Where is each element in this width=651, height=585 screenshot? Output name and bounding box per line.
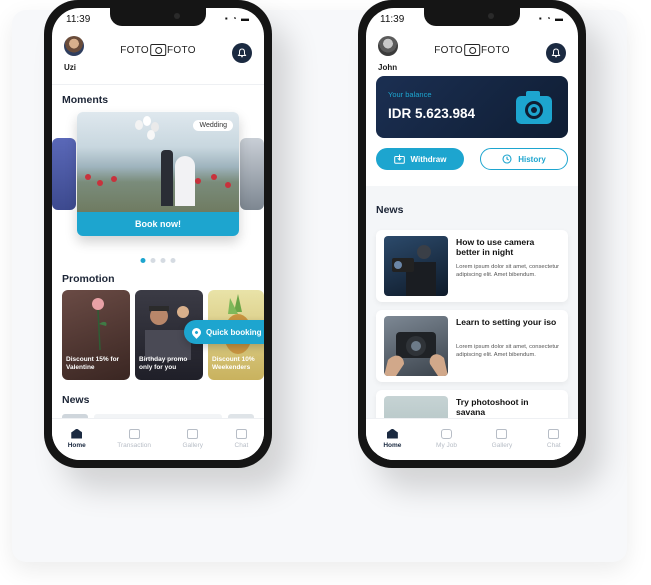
withdraw-icon xyxy=(393,154,405,164)
gallery-icon xyxy=(496,428,508,439)
promo-label: Discount 10% Weekenders xyxy=(212,355,255,371)
chat-icon xyxy=(235,428,247,439)
withdraw-label: Withdraw xyxy=(410,154,447,164)
bottom-navigation: Home Transaction Gallery Chat xyxy=(52,418,264,460)
nav-my-job[interactable]: My Job xyxy=(436,428,457,449)
history-label: History xyxy=(518,154,546,164)
news-title-text: Try photoshoot in savana xyxy=(456,397,529,417)
nav-chat[interactable]: Chat xyxy=(546,428,561,449)
phone-home: 11:39 ▪ ◔ ▬ Uzi FOTO FOTO Moments Weddin… xyxy=(44,0,272,468)
carousel-dot[interactable] xyxy=(150,258,156,263)
news-title: News xyxy=(376,204,404,216)
promo-label: Birthday promo only for you xyxy=(139,355,188,371)
balance-label: Your balance xyxy=(388,90,432,99)
quick-booking-label: Quick booking xyxy=(206,327,262,337)
news-card[interactable]: How to use camera better in night Lorem … xyxy=(376,230,568,302)
carousel-indicator xyxy=(140,258,176,263)
logo-text-right: FOTO xyxy=(481,44,510,56)
nav-gallery[interactable]: Gallery xyxy=(491,428,513,449)
status-indicators: ▪ ◔ ▬ xyxy=(224,14,250,23)
promo-card[interactable]: Discount 15% for Valentine xyxy=(62,290,130,380)
nav-label: Chat xyxy=(234,441,249,449)
status-indicators: ▪ ◔ ▬ xyxy=(538,14,564,23)
quick-booking-button[interactable]: Quick booking xyxy=(184,320,264,344)
camera-icon xyxy=(516,91,552,124)
book-now-button[interactable]: Book now! xyxy=(77,212,239,236)
news-thumbnail xyxy=(384,236,448,296)
app-logo: FOTO FOTO xyxy=(434,44,510,56)
status-bar: 11:39 ▪ ◔ ▬ xyxy=(380,14,564,28)
news-card[interactable]: Learn to setting your iso Lorem ipsum do… xyxy=(376,310,568,382)
logo-camera-icon xyxy=(464,44,480,56)
history-icon xyxy=(502,154,512,164)
nav-chat[interactable]: Chat xyxy=(234,428,249,449)
moments-title: Moments xyxy=(62,94,109,106)
nav-transaction[interactable]: Transaction xyxy=(117,428,151,449)
camera-icon xyxy=(441,428,453,439)
balance-value: IDR 5.623.984 xyxy=(388,106,476,121)
app-logo: FOTO FOTO xyxy=(120,44,196,56)
promotion-title: Promotion xyxy=(62,273,115,285)
news-body-text: Lorem ipsum dolor sit amet, consectetur … xyxy=(456,264,560,278)
logo-text-right: FOTO xyxy=(167,44,196,56)
news-title: News xyxy=(62,394,90,406)
gallery-icon xyxy=(187,428,199,439)
promo-label: Discount 15% for Valentine xyxy=(66,355,120,371)
nav-label: My Job xyxy=(436,441,457,449)
status-time: 11:39 xyxy=(380,14,405,25)
nav-label: Home xyxy=(383,441,402,449)
transaction-icon xyxy=(128,428,140,439)
wallet-screen: 11:39 ▪ ◔ ▬ John FOTO FOTO Your balance … xyxy=(366,8,578,460)
news-thumbnail xyxy=(384,316,448,376)
moment-card-previous[interactable] xyxy=(52,138,76,210)
home-screen: 11:39 ▪ ◔ ▬ Uzi FOTO FOTO Moments Weddin… xyxy=(52,8,264,460)
nav-label: Home xyxy=(67,441,86,449)
moment-card[interactable]: Wedding Book now! xyxy=(77,112,239,236)
rose-image xyxy=(92,298,107,351)
home-icon xyxy=(71,428,83,439)
wedding-photo: Wedding xyxy=(77,112,239,212)
wallet-actions: Withdraw History xyxy=(376,148,568,172)
app-header: Uzi FOTO FOTO xyxy=(52,36,264,80)
carousel-dot[interactable] xyxy=(140,258,146,263)
user-name: Uzi xyxy=(64,63,76,72)
status-time: 11:39 xyxy=(66,14,91,25)
nav-label: Gallery xyxy=(491,441,513,449)
app-header: John FOTO FOTO xyxy=(366,36,578,80)
nav-home[interactable]: Home xyxy=(383,428,402,449)
header-divider xyxy=(52,84,264,85)
nav-gallery[interactable]: Gallery xyxy=(182,428,204,449)
phone-wallet: 11:39 ▪ ◔ ▬ John FOTO FOTO Your balance … xyxy=(358,0,586,468)
avatar[interactable] xyxy=(378,36,398,56)
status-bar: 11:39 ▪ ◔ ▬ xyxy=(66,14,250,28)
nav-label: Transaction xyxy=(117,441,151,449)
news-title-text: Learn to setting your iso xyxy=(456,317,557,327)
news-body-text: Lorem ipsum dolor sit amet, consectetur … xyxy=(456,344,560,358)
withdraw-button[interactable]: Withdraw xyxy=(376,148,464,170)
moment-tag: Wedding xyxy=(193,120,233,131)
notification-bell-icon[interactable] xyxy=(232,43,252,63)
user-name: John xyxy=(378,63,398,72)
logo-text-left: FOTO xyxy=(434,44,463,56)
logo-camera-icon xyxy=(150,44,166,56)
nav-label: Chat xyxy=(546,441,561,449)
nav-label: Gallery xyxy=(182,441,204,449)
home-icon xyxy=(386,428,398,439)
avatar[interactable] xyxy=(64,36,84,56)
bottom-navigation: Home My Job Gallery Chat xyxy=(366,418,578,460)
balance-card: Your balance IDR 5.623.984 xyxy=(376,76,568,138)
logo-text-left: FOTO xyxy=(120,44,149,56)
news-title-text: How to use camera better in night xyxy=(456,237,535,257)
carousel-dot[interactable] xyxy=(160,258,166,263)
moment-card-next[interactable] xyxy=(240,138,264,210)
carousel-dot[interactable] xyxy=(170,258,176,263)
location-pin-icon xyxy=(190,325,203,339)
notification-bell-icon[interactable] xyxy=(546,43,566,63)
chat-icon xyxy=(548,428,560,439)
history-button[interactable]: History xyxy=(480,148,568,170)
nav-home[interactable]: Home xyxy=(67,428,86,449)
news-section: News How to use camera better in night L… xyxy=(366,186,578,460)
